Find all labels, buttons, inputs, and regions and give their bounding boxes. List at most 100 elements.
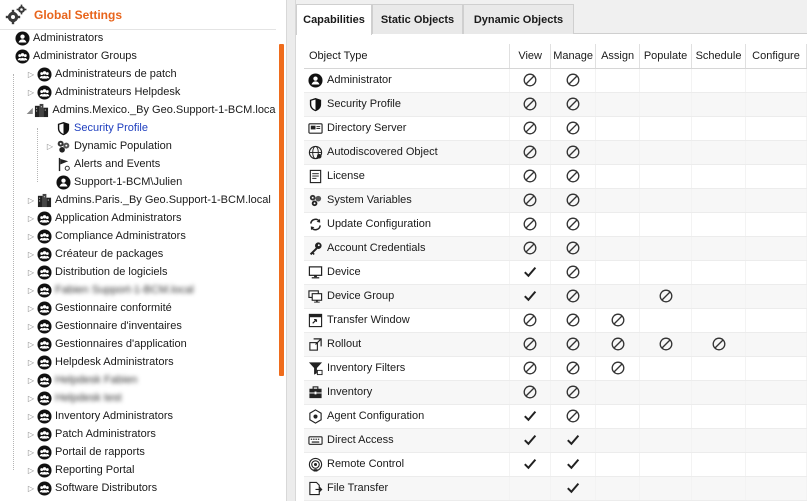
cap-cell-schedule[interactable]	[691, 92, 746, 117]
denied-icon[interactable]	[611, 361, 625, 375]
cap-cell-manage[interactable]	[550, 428, 597, 453]
cap-cell-view[interactable]	[509, 284, 552, 309]
tab-capabilities[interactable]: Capabilities	[296, 4, 372, 35]
cap-cell-schedule[interactable]	[691, 188, 746, 213]
denied-icon[interactable]	[566, 409, 580, 423]
checkmark-icon[interactable]	[523, 290, 537, 302]
cap-cell-populate[interactable]	[639, 308, 693, 333]
cap-cell-populate[interactable]	[639, 236, 693, 261]
cap-cell-view[interactable]	[509, 164, 552, 189]
expand-toggle-icon[interactable]: ▷	[26, 407, 36, 425]
tree-item-helpdesk-test[interactable]: ▷ Helpdesk test	[0, 389, 276, 407]
denied-icon[interactable]	[712, 337, 726, 351]
denied-icon[interactable]	[566, 265, 580, 279]
cap-cell-assign[interactable]	[595, 68, 641, 93]
cap-cell-populate[interactable]	[639, 332, 693, 357]
checkmark-icon[interactable]	[566, 458, 580, 470]
expand-toggle-icon[interactable]: ▷	[26, 461, 36, 479]
checkmark-icon[interactable]	[523, 458, 537, 470]
cap-cell-view[interactable]	[509, 212, 552, 237]
cap-cell-view[interactable]	[509, 140, 552, 165]
cap-cell-view[interactable]	[509, 380, 552, 405]
cap-cell-view[interactable]	[509, 476, 552, 501]
column-header-view[interactable]: View	[509, 44, 552, 69]
tree-item-compliance-administrators[interactable]: ▷ Compliance Administrators	[0, 227, 276, 245]
denied-icon[interactable]	[659, 337, 673, 351]
cap-cell-configure[interactable]	[745, 260, 807, 285]
denied-icon[interactable]	[611, 337, 625, 351]
cap-cell-assign[interactable]	[595, 260, 641, 285]
cap-cell-schedule[interactable]	[691, 116, 746, 141]
cap-cell-populate[interactable]	[639, 380, 693, 405]
tree-item-administrator-groups[interactable]: Administrator Groups	[0, 47, 276, 65]
cap-cell-populate[interactable]	[639, 68, 693, 93]
denied-icon[interactable]	[523, 313, 537, 327]
cap-cell-configure[interactable]	[745, 404, 807, 429]
tree-item-administrators[interactable]: Administrators	[0, 29, 276, 47]
cap-cell-schedule[interactable]	[691, 236, 746, 261]
cap-cell-manage[interactable]	[550, 236, 597, 261]
denied-icon[interactable]	[566, 97, 580, 111]
expand-toggle-icon[interactable]: ▷	[26, 245, 36, 263]
denied-icon[interactable]	[523, 145, 537, 159]
tree-item-administrateurs-helpdesk[interactable]: ▷ Administrateurs Helpdesk	[0, 83, 276, 101]
table-row[interactable]: Agent Configuration	[304, 404, 807, 429]
denied-icon[interactable]	[523, 121, 537, 135]
expand-toggle-icon[interactable]: ▷	[26, 299, 36, 317]
denied-icon[interactable]	[566, 73, 580, 87]
cap-cell-manage[interactable]	[550, 140, 597, 165]
cap-cell-assign[interactable]	[595, 428, 641, 453]
cap-cell-manage[interactable]	[550, 68, 597, 93]
denied-icon[interactable]	[566, 193, 580, 207]
cap-cell-assign[interactable]	[595, 452, 641, 477]
denied-icon[interactable]	[523, 73, 537, 87]
denied-icon[interactable]	[566, 385, 580, 399]
cap-cell-configure[interactable]	[745, 116, 807, 141]
table-row[interactable]: Transfer Window	[304, 308, 807, 333]
tree-item-fabien-support-1-bcm-local[interactable]: ▷ Fabien Support-1-BCM.local	[0, 281, 276, 299]
cap-cell-populate[interactable]	[639, 164, 693, 189]
expand-toggle-icon[interactable]: ▷	[26, 389, 36, 407]
denied-icon[interactable]	[566, 169, 580, 183]
expand-toggle-icon[interactable]: ▷	[26, 227, 36, 245]
cap-cell-assign[interactable]	[595, 476, 641, 501]
cap-cell-schedule[interactable]	[691, 428, 746, 453]
cap-cell-configure[interactable]	[745, 164, 807, 189]
cap-cell-view[interactable]	[509, 188, 552, 213]
cap-cell-populate[interactable]	[639, 452, 693, 477]
cap-cell-schedule[interactable]	[691, 452, 746, 477]
cap-cell-schedule[interactable]	[691, 332, 746, 357]
denied-icon[interactable]	[523, 241, 537, 255]
table-row[interactable]: Device	[304, 260, 807, 285]
cap-cell-populate[interactable]	[639, 140, 693, 165]
denied-icon[interactable]	[659, 289, 673, 303]
cap-cell-configure[interactable]	[745, 284, 807, 309]
cap-cell-schedule[interactable]	[691, 308, 746, 333]
cap-cell-manage[interactable]	[550, 476, 597, 501]
cap-cell-schedule[interactable]	[691, 476, 746, 501]
denied-icon[interactable]	[566, 121, 580, 135]
cap-cell-schedule[interactable]	[691, 212, 746, 237]
cap-cell-populate[interactable]	[639, 476, 693, 501]
cap-cell-view[interactable]	[509, 68, 552, 93]
denied-icon[interactable]	[523, 337, 537, 351]
expand-toggle-icon[interactable]: ▷	[26, 353, 36, 371]
cap-cell-configure[interactable]	[745, 332, 807, 357]
table-row[interactable]: Directory Server	[304, 116, 807, 141]
table-row[interactable]: Inventory	[304, 380, 807, 405]
table-row[interactable]: Account Credentials	[304, 236, 807, 261]
expand-toggle-icon[interactable]: ▷	[26, 335, 36, 353]
cap-cell-configure[interactable]	[745, 476, 807, 501]
cap-cell-configure[interactable]	[745, 140, 807, 165]
cap-cell-view[interactable]	[509, 260, 552, 285]
table-row[interactable]: System Variables	[304, 188, 807, 213]
table-row[interactable]: Update Configuration	[304, 212, 807, 237]
tree-item-security-profile[interactable]: Security Profile	[0, 119, 276, 137]
column-header-populate[interactable]: Populate	[639, 44, 693, 69]
table-row[interactable]: File Transfer	[304, 476, 807, 501]
cap-cell-assign[interactable]	[595, 380, 641, 405]
tree-item-reporting-portal[interactable]: ▷ Reporting Portal	[0, 461, 276, 479]
expand-toggle-icon[interactable]: ▷	[45, 137, 55, 155]
cap-cell-manage[interactable]	[550, 164, 597, 189]
expand-toggle-icon[interactable]: ▷	[26, 263, 36, 281]
